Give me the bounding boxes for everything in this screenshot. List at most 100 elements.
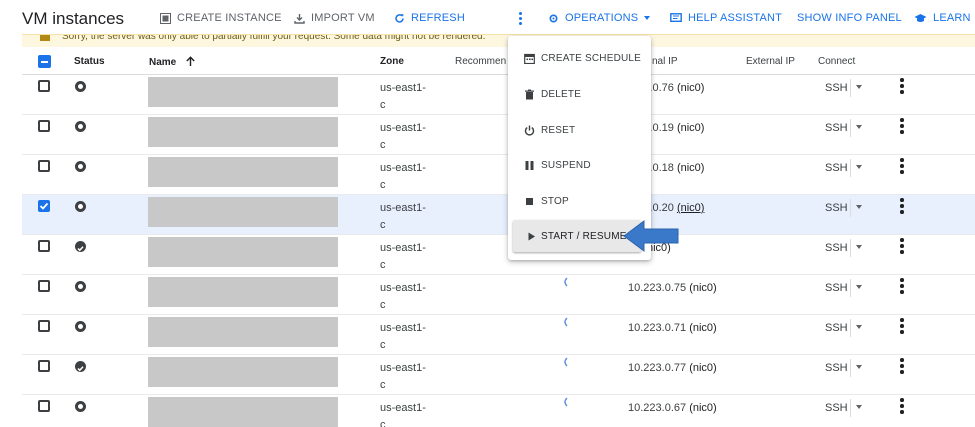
- row-checkbox[interactable]: [38, 320, 50, 332]
- row-more-icon[interactable]: [899, 118, 905, 136]
- row-more-icon[interactable]: [899, 318, 905, 336]
- row-more-icon[interactable]: [899, 358, 905, 376]
- zone-cell: us-east1- c: [380, 402, 426, 427]
- ssh-button[interactable]: SSH: [825, 362, 848, 374]
- internal-ip-cell: 10.223.0.71 (nic0): [628, 322, 717, 334]
- column-internal-ip[interactable]: nal IP: [652, 56, 678, 67]
- table-row[interactable]: us-east1-c .223.0.18 (nic0) SSH: [22, 155, 975, 195]
- menu-item-stop[interactable]: STOP: [508, 185, 651, 217]
- ssh-button[interactable]: SSH: [825, 242, 848, 254]
- trash-icon: [524, 89, 535, 100]
- column-status[interactable]: Status: [74, 56, 105, 67]
- table-row[interactable]: us-east1- c 10.223.0.77 (nic0) SSH: [22, 355, 975, 395]
- row-checkbox[interactable]: [38, 240, 50, 252]
- row-more-icon[interactable]: [899, 238, 905, 256]
- ssh-button[interactable]: SSH: [825, 82, 848, 94]
- table-row[interactable]: us-east1- c 10.223.0.71 (nic0) SSH: [22, 315, 975, 355]
- banner-text: Sorry, the server was only able to parti…: [62, 34, 486, 42]
- zone-cell: us-east1- c: [380, 82, 426, 111]
- row-checkbox[interactable]: [38, 360, 50, 372]
- row-checkbox[interactable]: [38, 120, 50, 132]
- create-instance-button[interactable]: CREATE INSTANCE: [160, 12, 282, 24]
- ssh-button[interactable]: SSH: [825, 322, 848, 334]
- row-more-icon[interactable]: [899, 398, 905, 416]
- table-row[interactable]: us-east1-c 73 (nic0) SSH: [22, 235, 975, 275]
- ssh-divider: [850, 239, 851, 257]
- row-checkbox[interactable]: [38, 160, 50, 172]
- ssh-divider: [850, 319, 851, 337]
- ssh-dropdown-icon[interactable]: [856, 85, 862, 89]
- ssh-dropdown-icon[interactable]: [856, 125, 862, 129]
- learn-label: LEARN: [933, 12, 971, 24]
- redacted-instance-name: [148, 357, 338, 387]
- table-header: Status Name Zone Recommen nal IP Externa…: [22, 47, 975, 75]
- menu-item-create-schedule[interactable]: CREATE SCHEDULE: [508, 42, 651, 74]
- ssh-divider: [850, 399, 851, 417]
- row-checkbox[interactable]: [38, 400, 50, 412]
- operations-gear-icon: [548, 13, 559, 24]
- table-row[interactable]: us-east1-c .223.0.76 (nic0) SSH: [22, 75, 975, 115]
- stop-icon: [524, 196, 535, 207]
- column-zone[interactable]: Zone: [380, 56, 404, 67]
- row-checkbox[interactable]: [38, 280, 50, 292]
- ssh-dropdown-icon[interactable]: [856, 245, 862, 249]
- ssh-button[interactable]: SSH: [825, 282, 848, 294]
- refresh-button[interactable]: REFRESH: [394, 12, 465, 24]
- row-more-icon[interactable]: [899, 158, 905, 176]
- zone-cell: us-east1- c: [380, 282, 426, 311]
- select-all-checkbox[interactable]: [38, 55, 51, 68]
- more-actions-icon[interactable]: [517, 11, 525, 27]
- column-name-label: Name: [149, 57, 177, 68]
- redacted-instance-name: [148, 157, 338, 187]
- menu-item-suspend[interactable]: SUSPEND: [508, 149, 651, 181]
- column-connect[interactable]: Connect: [818, 56, 855, 67]
- ssh-button[interactable]: SSH: [825, 162, 848, 174]
- sort-arrow-up-icon: [186, 56, 195, 66]
- menu-item-reset[interactable]: RESET: [508, 114, 651, 146]
- ssh-dropdown-icon[interactable]: [856, 165, 862, 169]
- menu-item-delete[interactable]: DELETE: [508, 78, 651, 110]
- internal-ip-cell: 10.223.0.67 (nic0): [628, 402, 717, 414]
- row-more-icon[interactable]: [899, 78, 905, 96]
- show-info-panel-label: SHOW INFO PANEL: [797, 12, 902, 24]
- loading-spinner-icon: [564, 317, 568, 327]
- row-more-icon[interactable]: [899, 198, 905, 216]
- import-vm-label: IMPORT VM: [311, 12, 375, 24]
- row-checkbox[interactable]: [38, 80, 50, 92]
- warning-banner: Sorry, the server was only able to parti…: [22, 34, 975, 47]
- ssh-dropdown-icon[interactable]: [856, 205, 862, 209]
- status-running-icon: [75, 361, 86, 372]
- column-name[interactable]: Name: [149, 56, 196, 68]
- show-info-panel-button[interactable]: SHOW INFO PANEL: [797, 12, 902, 24]
- row-more-icon[interactable]: [899, 278, 905, 296]
- operations-button[interactable]: OPERATIONS: [548, 12, 651, 24]
- table-row-selected[interactable]: us-east1-c .223.0.20 (nic0) SSH: [22, 195, 975, 235]
- ssh-dropdown-icon[interactable]: [856, 405, 862, 409]
- help-assistant-button[interactable]: HELP ASSISTANT: [670, 12, 782, 24]
- table-row[interactable]: us-east1-c .223.0.19 (nic0) SSH: [22, 115, 975, 155]
- ssh-button[interactable]: SSH: [825, 122, 848, 134]
- column-recommendation[interactable]: Recommen: [455, 56, 506, 67]
- pause-icon: [524, 160, 535, 171]
- warning-icon: [40, 35, 50, 41]
- zone-cell: us-east1- c: [380, 242, 426, 271]
- status-running-icon: [75, 241, 86, 252]
- ssh-dropdown-icon[interactable]: [856, 325, 862, 329]
- status-stopped-icon: [75, 161, 86, 172]
- learn-button[interactable]: LEARN: [914, 12, 971, 24]
- import-vm-button[interactable]: IMPORT VM: [294, 12, 375, 24]
- ssh-dropdown-icon[interactable]: [856, 365, 862, 369]
- ssh-divider: [850, 199, 851, 217]
- ssh-button[interactable]: SSH: [825, 202, 848, 214]
- ssh-dropdown-icon[interactable]: [856, 285, 862, 289]
- table-row[interactable]: us-east1- c 10.223.0.67 (nic0) SSH: [22, 395, 975, 427]
- column-external-ip[interactable]: External IP: [746, 56, 795, 67]
- status-stopped-icon: [75, 201, 86, 212]
- table-row[interactable]: us-east1- c 10.223.0.75 (nic0) SSH: [22, 275, 975, 315]
- calendar-icon: [524, 53, 535, 64]
- row-checkbox-checked[interactable]: [38, 200, 50, 212]
- status-stopped-icon: [75, 281, 86, 292]
- zone-cell: us-east1- c: [380, 322, 426, 351]
- ssh-button[interactable]: SSH: [825, 402, 848, 414]
- ssh-divider: [850, 79, 851, 97]
